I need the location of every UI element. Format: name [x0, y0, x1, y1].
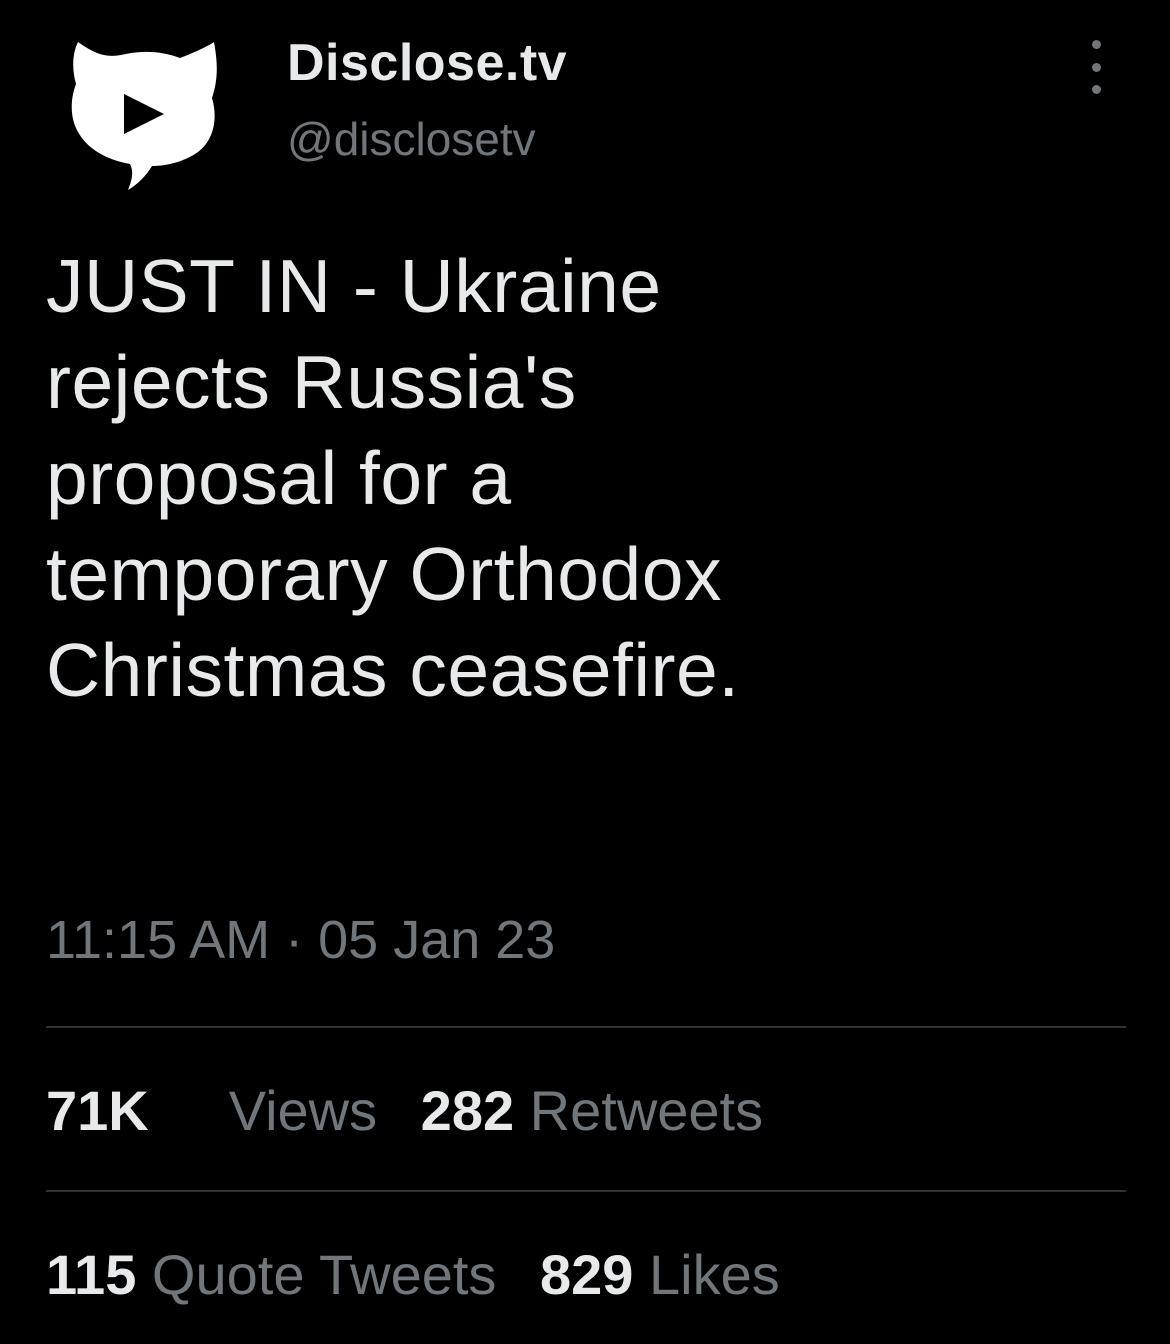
tweet-header: Disclose.tv @disclosetv [0, 0, 1170, 210]
account-names: Disclose.tv @disclosetv [287, 28, 567, 174]
more-options-button[interactable] [1078, 40, 1114, 94]
tweet-timestamp[interactable]: 11:15 AM · 05 Jan 23 [46, 905, 555, 975]
avatar[interactable] [68, 40, 220, 190]
retweets-label: Retweets [529, 1079, 764, 1142]
likes-stat[interactable]: 829 Likes [540, 1240, 780, 1310]
retweets-count: 282 [420, 1079, 515, 1142]
divider [46, 1026, 1126, 1028]
likes-label: Likes [648, 1243, 780, 1306]
likes-count: 829 [539, 1243, 634, 1306]
views-count: 71K [46, 1079, 149, 1142]
more-vertical-icon-dot [1091, 85, 1101, 94]
display-name[interactable]: Disclose.tv [287, 28, 567, 98]
quote-tweets-count: 115 [46, 1243, 137, 1306]
quote-tweets-label: Quote Tweets [151, 1243, 497, 1306]
quote-tweets-stat[interactable]: 115 Quote Tweets [46, 1240, 496, 1310]
tweet-text: JUST IN - Ukraine rejects Russia's propo… [46, 244, 740, 712]
views-stat[interactable]: 71K Views [46, 1076, 377, 1146]
stats-row-quotes-likes: 115 Quote Tweets 829 Likes [46, 1240, 808, 1310]
stats-row-views-retweets: 71K Views 282 Retweets [46, 1076, 791, 1146]
views-label: Views [228, 1079, 378, 1142]
play-speech-bubble-icon [71, 42, 217, 190]
retweets-stat[interactable]: 282 Retweets [421, 1076, 763, 1146]
more-vertical-icon-dot [1091, 62, 1101, 72]
divider [46, 1190, 1126, 1192]
more-vertical-icon [1091, 40, 1101, 49]
account-handle[interactable]: @disclosetv [287, 104, 567, 174]
